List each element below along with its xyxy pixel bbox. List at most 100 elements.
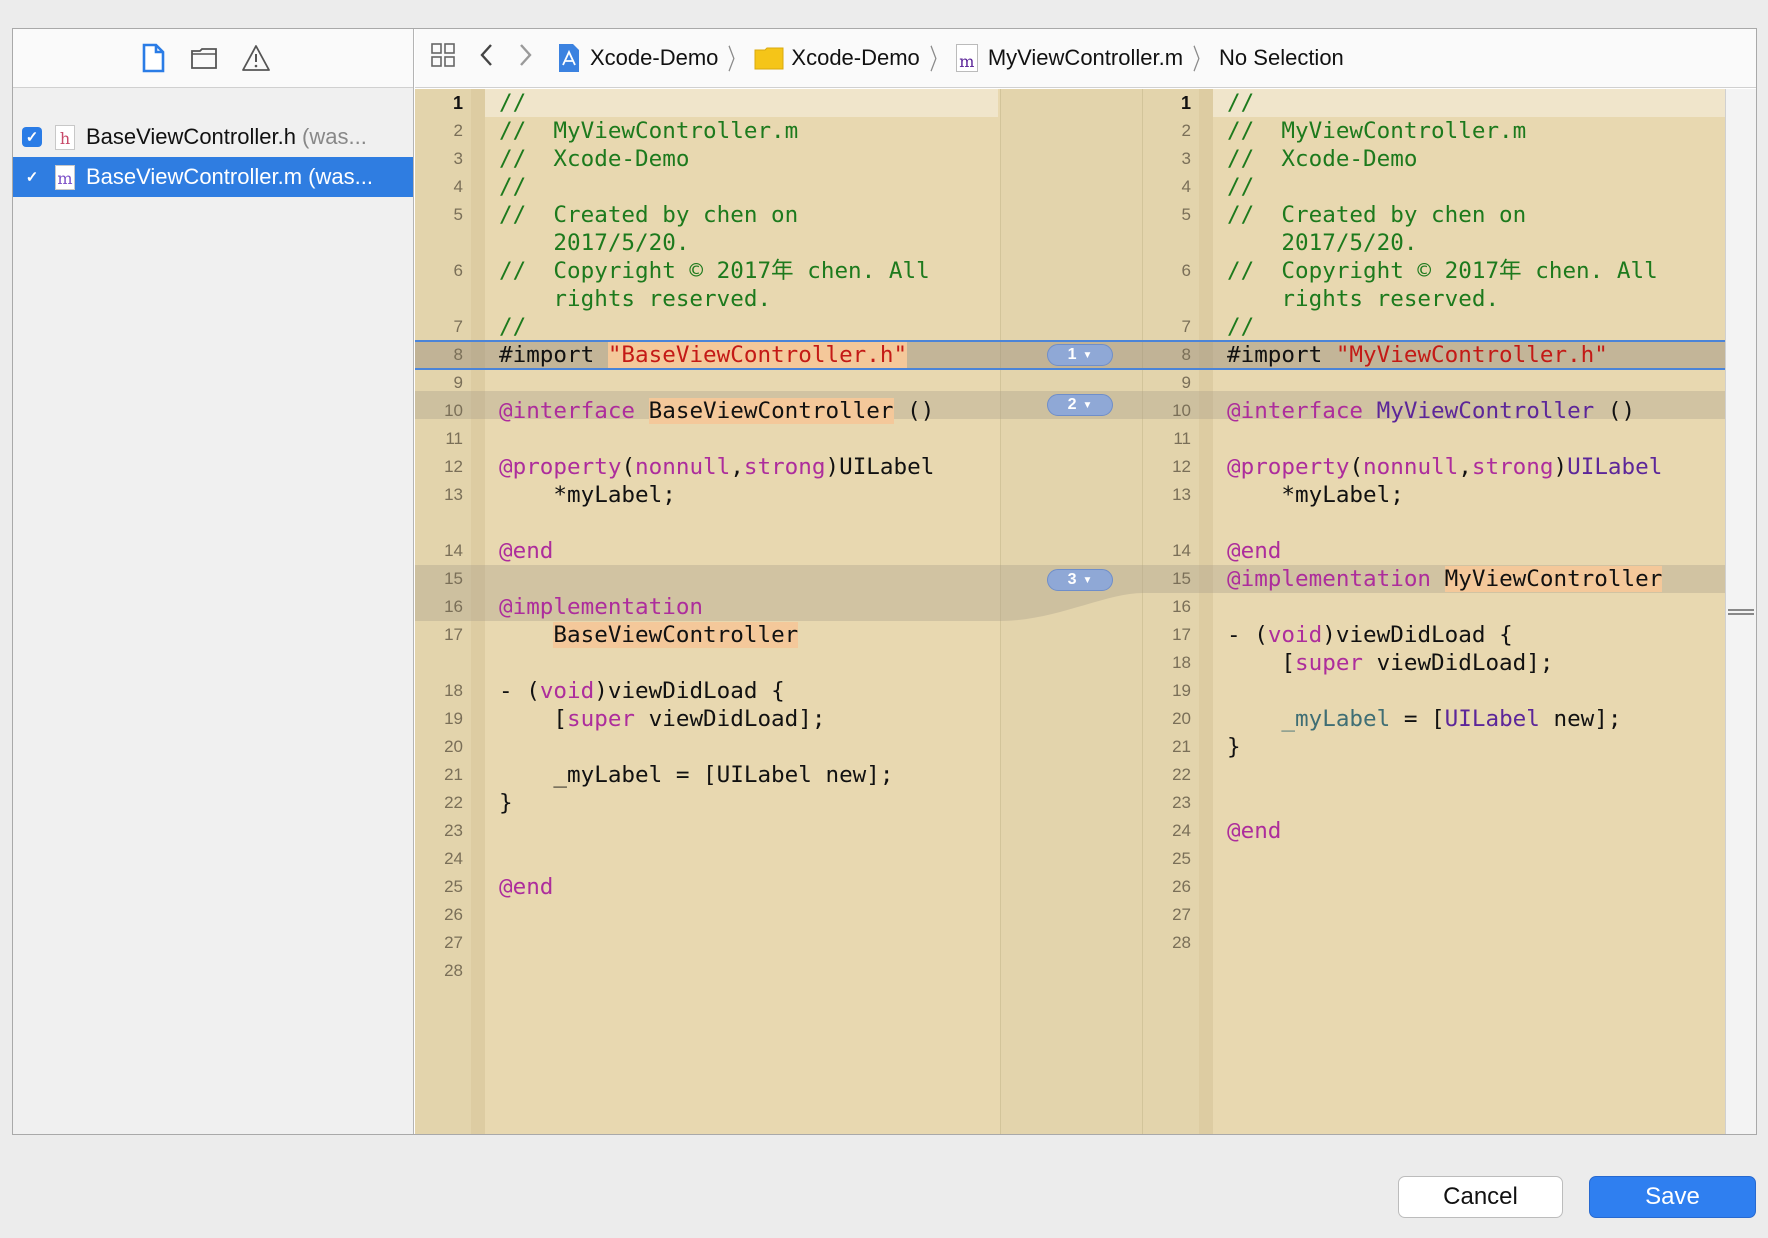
code-line-end: @end [1227,818,1282,844]
line-number [1143,509,1191,537]
breadcrumb-group[interactable]: Xcode-Demo [754,45,920,71]
line-number: 10 [444,401,463,420]
forward-arrow-icon[interactable] [517,42,533,74]
line-number: 25 [444,877,463,896]
code-line: // Xcode-Demo [499,146,690,172]
file-row-base-h[interactable]: ✓ h BaseViewController.h (was... [13,117,413,157]
include-checkbox[interactable]: ✓ [22,167,42,187]
file-name: BaseViewController.m (was... [86,164,373,189]
line-number: 1 [452,93,463,113]
line-number: 26 [1172,877,1191,896]
code-line: 2017/5/20. [499,230,690,256]
line-number: 11 [445,429,463,448]
code-line-interface: @interface MyViewController () [1227,398,1636,424]
code-line: // Created by chen on [1227,202,1527,228]
line-number [415,285,463,313]
line-number: 22 [444,793,463,812]
code-line: // [1227,174,1255,200]
code-line-end: @end [499,874,554,900]
warning-icon[interactable] [241,43,271,73]
breadcrumb-separator: 〉 [727,44,745,75]
code-line-super: [super viewDidLoad]; [1227,650,1554,676]
code-line-viewdidload: - (void)viewDidLoad { [499,678,785,704]
line-number: 13 [1172,485,1191,504]
code-line-super: [super viewDidLoad]; [499,706,826,732]
line-number: 5 [453,205,463,224]
line-number: 1 [1180,93,1191,113]
line-number [1143,229,1191,257]
code-line-property: @property(nonnull,strong)UILabel [499,454,935,480]
change-3-selector[interactable]: 3 ▼ [1047,569,1113,591]
line-number: 15 [1172,569,1191,588]
line-number: 16 [444,597,463,616]
code-line-viewdidload: - (void)viewDidLoad { [1227,622,1513,648]
navigator-toolbar [13,29,413,88]
folder-icon[interactable] [189,43,219,73]
line-number: 17 [444,625,463,644]
overview-ruler[interactable] [1725,89,1756,1134]
code-line: // [499,174,527,200]
code-line: rights reserved. [499,286,772,312]
code-line-interface: @interface BaseViewController () [499,398,935,424]
file-icon[interactable] [138,43,168,73]
breadcrumb-selection[interactable]: No Selection [1219,45,1344,71]
code-line-implementation: @implementation MyViewController [1227,566,1663,592]
line-number: 6 [1181,261,1191,280]
code-line-brace: } [499,790,513,816]
line-number: 8 [1181,345,1191,364]
code-line: // Copyright © 2017年 chen. All [499,258,930,284]
breadcrumb-separator: 〉 [1192,44,1210,75]
code-line-end: @end [499,538,554,564]
code-line: // Created by chen on [499,202,799,228]
change-1-selector[interactable]: 1 ▼ [1047,344,1113,366]
left-code-pane[interactable]: // // MyViewController.m // Xcode-Demo /… [499,89,934,900]
line-number: 12 [444,457,463,476]
line-number: 27 [1172,905,1191,924]
include-checkbox[interactable]: ✓ [22,127,42,147]
line-number: 9 [1181,373,1191,392]
line-number: 4 [453,177,463,196]
code-line-end: @end [1227,538,1282,564]
line-number: 25 [1172,849,1191,868]
code-line-implementation: @implementation [499,594,704,620]
code-line: // Copyright © 2017年 chen. All [1227,258,1658,284]
line-number: 6 [453,261,463,280]
line-number: 23 [444,821,463,840]
change-2-selector[interactable]: 2 ▼ [1047,394,1113,416]
line-number: 14 [1172,541,1191,560]
line-number: 10 [1172,401,1191,420]
line-number: 24 [1172,821,1191,840]
jump-bar: Xcode-Demo 〉 Xcode-Demo 〉 m MyViewContro… [415,29,1756,88]
right-line-numbers: 1 2 3 4 5 6 7 8 9 10 11 12 13 14 15 16 17 18 19 20 21 22 23 24 2… [1143,89,1191,957]
save-button[interactable]: Save [1589,1176,1756,1218]
line-number: 13 [444,485,463,504]
code-line: rights reserved. [1227,286,1500,312]
code-line-import: #import "BaseViewController.h" [499,342,908,368]
code-line: *myLabel; [1227,482,1404,508]
code-line: 2017/5/20. [1227,230,1418,256]
file-row-base-m[interactable]: ✓ m BaseViewController.m (was... [13,157,413,197]
related-items-icon[interactable] [430,42,456,74]
line-number: 17 [1172,625,1191,644]
line-number: 19 [1172,681,1191,700]
left-line-numbers: 1 2 3 4 5 6 7 8 9 10 11 12 13 14 15 16 17 18 19 20 21 22 23 24 2… [415,89,463,985]
cancel-button[interactable]: Cancel [1398,1176,1563,1218]
code-line: // Xcode-Demo [1227,146,1418,172]
code-line-label: _myLabel = [UILabel new]; [1227,706,1622,732]
breadcrumb-file[interactable]: m MyViewController.m [955,44,1183,72]
line-number: 22 [1172,765,1191,784]
implementation-file-icon: m [55,164,75,190]
line-number: 18 [444,681,463,700]
code-line: // [499,90,527,116]
line-number: 3 [453,149,463,168]
line-number: 20 [444,737,463,756]
right-code-pane[interactable]: // // MyViewController.m // Xcode-Demo /… [1227,89,1662,844]
line-number: 20 [1172,709,1191,728]
xcode-project-icon [559,44,579,72]
line-number: 21 [444,765,463,784]
breadcrumb-project[interactable]: Xcode-Demo [556,43,718,73]
line-number: 27 [444,933,463,952]
code-line-import: #import "MyViewController.h" [1227,342,1608,368]
line-number: 7 [453,317,463,336]
back-arrow-icon[interactable] [479,42,495,74]
